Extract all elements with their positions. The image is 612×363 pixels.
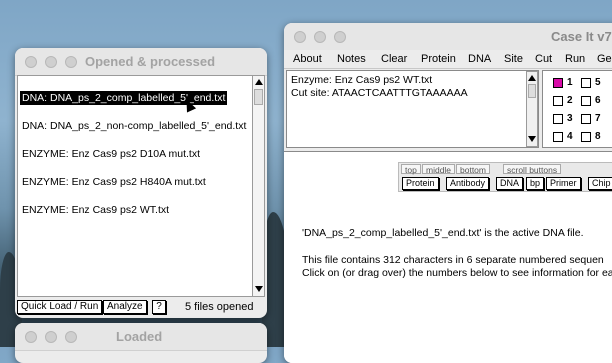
tab-top[interactable]: top — [401, 164, 421, 175]
sequence-checkbox[interactable] — [581, 132, 591, 142]
scroll-down-icon[interactable] — [255, 286, 263, 292]
sequence-checkbox[interactable] — [553, 114, 563, 124]
bp-button[interactable]: bp — [526, 177, 545, 190]
menu-dna[interactable]: DNA — [468, 53, 491, 65]
sequence-number: 5 — [595, 77, 601, 88]
scroll-down-icon[interactable] — [528, 136, 536, 142]
sequence-checkbox[interactable] — [553, 132, 563, 142]
sequence-checkbox[interactable] — [581, 96, 591, 106]
loaded-window: Loaded — [15, 323, 267, 363]
zoom-button[interactable] — [65, 331, 77, 343]
menu-about[interactable]: About — [293, 53, 322, 65]
minimize-button[interactable] — [45, 331, 57, 343]
menu-gel[interactable]: Ge — [597, 53, 612, 65]
analyze-button[interactable]: Analyze — [103, 300, 147, 314]
sequence-checkbox[interactable] — [581, 114, 591, 124]
menu-clear[interactable]: Clear — [381, 53, 407, 65]
minimize-button[interactable] — [45, 56, 57, 68]
close-button[interactable] — [25, 331, 37, 343]
sequence-number: 1 — [567, 77, 573, 88]
scroll-thumb[interactable] — [528, 84, 536, 98]
help-button[interactable]: ? — [152, 300, 166, 314]
sequence-number: 3 — [567, 113, 573, 124]
scroll-up-icon[interactable] — [528, 75, 536, 81]
dna-button[interactable]: DNA — [496, 177, 524, 190]
opened-window-titlebar[interactable]: Opened & processed — [15, 48, 267, 76]
menu-site[interactable]: Site — [504, 53, 523, 65]
opened-files-list[interactable]: DNA: DNA_ps_2_comp_labelled_5'_end.txt D… — [17, 75, 253, 297]
minimize-button[interactable] — [314, 31, 326, 43]
caseit-window-title: Case It v7 — [551, 29, 612, 44]
tab-bottom[interactable]: bottom — [456, 164, 490, 175]
scroll-thumb[interactable] — [254, 89, 263, 105]
close-button[interactable] — [294, 31, 306, 43]
tab-middle[interactable]: middle — [422, 164, 456, 175]
file-list-item[interactable]: ENZYME: Enz Cas9 ps2 H840A mut.txt — [20, 175, 208, 189]
menu-run[interactable]: Run — [565, 53, 585, 65]
zoom-button[interactable] — [65, 56, 77, 68]
file-list-item[interactable]: ENZYME: Enz Cas9 ps2 WT.txt — [20, 203, 171, 217]
button-panel: top middle bottom scroll buttons Protein… — [398, 162, 612, 192]
protein-button[interactable]: Protein — [402, 177, 439, 190]
enzyme-line: Enzyme: Enz Cas9 ps2 WT.txt — [291, 74, 433, 86]
scroll-up-icon[interactable] — [255, 79, 263, 85]
zoom-button[interactable] — [334, 31, 346, 43]
sequence-checkbox[interactable] — [553, 96, 563, 106]
primer-button[interactable]: Primer — [546, 177, 581, 190]
instruction-message: Click on (or drag over) the numbers belo… — [302, 267, 612, 279]
sequence-number: 7 — [595, 113, 601, 124]
file-list-item[interactable]: DNA: DNA_ps_2_non-comp_labelled_5'_end.t… — [20, 119, 248, 133]
caseit-window-titlebar[interactable]: Case It v7 — [284, 23, 612, 51]
menu-notes[interactable]: Notes — [337, 53, 366, 65]
quick-load-run-button[interactable]: Quick Load / Run — [17, 300, 103, 314]
loaded-window-title: Loaded — [116, 329, 163, 344]
close-button[interactable] — [25, 56, 37, 68]
sequence-checkbox[interactable] — [581, 78, 591, 88]
cut-site-line: Cut site: ATAACTCAATTTGTAAAAAA — [291, 87, 468, 99]
opened-window-title: Opened & processed — [85, 54, 216, 69]
sequence-number: 4 — [567, 131, 573, 142]
caseit-window: Case It v7 About Notes Clear Protein DNA… — [284, 23, 612, 363]
sequence-number: 2 — [567, 95, 573, 106]
sequence-number: 8 — [595, 131, 601, 142]
opened-window-bottombar: Quick Load / Run Analyze ? 5 files opene… — [17, 299, 263, 316]
sequence-checkbox[interactable] — [553, 78, 563, 88]
file-list-item[interactable]: ENZYME: Enz Cas9 ps2 D10A mut.txt — [20, 147, 202, 161]
sequence-number: 6 — [595, 95, 601, 106]
chip-button[interactable]: Chip — [588, 177, 612, 190]
menu-cut[interactable]: Cut — [535, 53, 552, 65]
enzyme-info-box: Enzyme: Enz Cas9 ps2 WT.txt Cut site: AT… — [286, 70, 539, 148]
antibody-button[interactable]: Antibody — [446, 177, 490, 190]
file-contents-message: This file contains 312 characters in 6 s… — [302, 254, 604, 266]
info-scrollbar[interactable] — [526, 71, 538, 147]
files-opened-status: 5 files opened — [185, 301, 254, 313]
file-list-item[interactable]: DNA: DNA_ps_2_comp_labelled_5'_end.txt — [20, 91, 228, 105]
opened-processed-window: Opened & processed DNA: DNA_ps_2_comp_la… — [15, 48, 267, 318]
menu-protein[interactable]: Protein — [421, 53, 456, 65]
sequence-number-grid: 1 2 3 4 5 6 7 8 — [542, 70, 612, 148]
tab-scroll-buttons[interactable]: scroll buttons — [503, 164, 562, 175]
opened-list-scrollbar[interactable] — [252, 75, 265, 297]
active-file-message: 'DNA_ps_2_comp_labelled_5'_end.txt' is t… — [302, 227, 584, 239]
caseit-menubar: About Notes Clear Protein DNA Site Cut R… — [284, 50, 612, 69]
